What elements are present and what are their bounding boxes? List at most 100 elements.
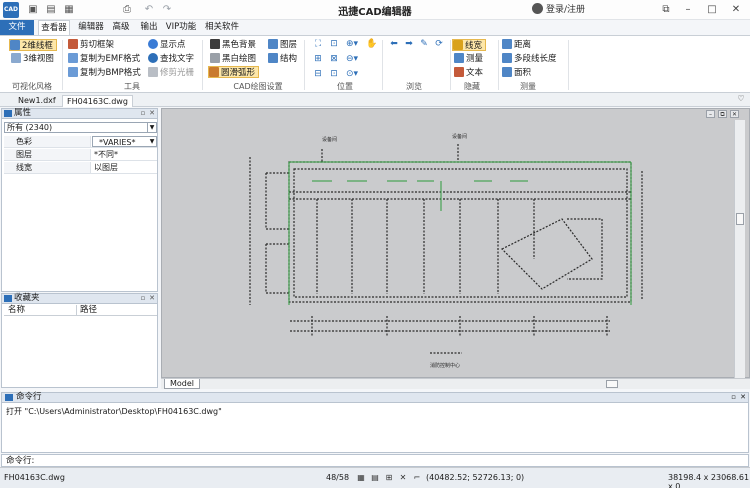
show-point-button[interactable]: 显示点: [148, 39, 186, 51]
favorites-panel-header: 收藏夹 ▫ ✕: [1, 293, 158, 304]
group-divider: [304, 40, 305, 90]
tab-related-software[interactable]: 相关软件: [202, 20, 242, 35]
arrow-left-icon[interactable]: ⬅: [388, 39, 400, 50]
save-icon[interactable]: ▣: [26, 3, 40, 17]
minimize-icon[interactable]: –: [680, 2, 696, 18]
doc-tab-new1[interactable]: New1.dxf: [14, 95, 60, 107]
tab-viewer[interactable]: 查看器: [38, 20, 70, 35]
zoom-in-icon[interactable]: ⊕▾: [346, 39, 358, 50]
undo-icon[interactable]: ↶: [142, 3, 156, 17]
doc-tab-fh04163c[interactable]: FH04163C.dwg: [62, 95, 133, 107]
drawing-canvas[interactable]: – ⧉ ✕ 设备间 设备间 消防控制中心: [161, 108, 750, 378]
tab-advanced[interactable]: 高级: [110, 20, 132, 35]
zoom-all-icon[interactable]: ⊡: [328, 69, 340, 80]
zoom-fit-icon[interactable]: ⊠: [328, 54, 340, 65]
polyline-length-button[interactable]: 多段线长度: [502, 53, 557, 65]
layers-button[interactable]: 图层: [268, 39, 297, 51]
print-icon[interactable]: ⎙: [120, 3, 134, 17]
find-text-button[interactable]: 查找文字: [148, 53, 194, 65]
pin-icon[interactable]: ▫: [731, 393, 736, 402]
drawing-label-equipment-room-2: 设备间: [452, 133, 467, 140]
scrollbar-thumb[interactable]: [606, 380, 618, 388]
close-icon[interactable]: ✕: [728, 2, 744, 18]
pin-icon[interactable]: ▫: [139, 109, 147, 118]
pin-icon[interactable]: ▫: [139, 294, 147, 303]
group-divider: [450, 40, 451, 90]
user-icon: [532, 3, 543, 14]
command-input[interactable]: [40, 456, 746, 466]
grid-icon[interactable]: ▤: [370, 473, 380, 483]
arrow-right-icon[interactable]: ➡: [403, 39, 415, 50]
osnap-icon[interactable]: ⌐: [412, 473, 422, 483]
tab-output[interactable]: 输出: [138, 20, 160, 35]
zoom-window-icon[interactable]: ⊡: [328, 39, 340, 50]
distance-button[interactable]: 距离: [502, 39, 531, 51]
text-toggle-button[interactable]: 文本: [454, 67, 483, 79]
wireframe-2d-icon: [10, 40, 20, 50]
title-bar: CAD ▣ ▤ ▦ ⎙ ↶ ↷ 迅捷CAD编辑器 登录/注册 ⧉ – □ ✕: [0, 0, 750, 20]
properties-icon: [4, 110, 12, 117]
clip-frame-button[interactable]: 剪切框架: [68, 39, 114, 51]
measure-toggle-button[interactable]: 测量: [454, 53, 483, 65]
color-value-select[interactable]: *VARIES* ▼: [92, 136, 157, 147]
wireframe-3d-button[interactable]: 3维视图: [11, 53, 54, 65]
rotate-view-icon[interactable]: ⊟: [312, 69, 324, 80]
properties-panel-header: 属性 ▫ ✕: [1, 108, 158, 119]
drawing-vertical-scrollbar[interactable]: [734, 120, 745, 378]
structure-button[interactable]: 结构: [268, 53, 297, 65]
panel-close-icon[interactable]: ✕: [740, 393, 746, 402]
zoom-extents-icon[interactable]: ⛶: [312, 39, 324, 50]
cube-icon: [11, 53, 21, 63]
drawing-horizontal-scrollbar[interactable]: Model: [161, 378, 750, 389]
edit-icon[interactable]: ✎: [418, 39, 430, 50]
refresh-icon[interactable]: ⟳: [433, 39, 445, 50]
arc-icon: [209, 67, 219, 77]
copy-bmp-button[interactable]: 复制为BMP格式: [68, 67, 141, 79]
folder-icon[interactable]: ▤: [44, 3, 58, 17]
column-path[interactable]: 路径: [76, 305, 97, 315]
login-link[interactable]: 登录/注册: [532, 3, 585, 17]
group-divider: [568, 40, 569, 90]
column-name[interactable]: 名称: [8, 305, 25, 315]
property-row-color: 色彩 *VARIES* ▼: [4, 136, 157, 148]
tab-list-icon[interactable]: ♡: [733, 91, 749, 107]
tab-file[interactable]: 文件: [0, 20, 34, 35]
zoom-out-icon[interactable]: ⊖▾: [346, 54, 358, 65]
tab-vip[interactable]: VIP功能: [164, 20, 198, 35]
snap-icon[interactable]: ▦: [356, 473, 366, 483]
zoom-scale-icon[interactable]: ⊙▾: [346, 69, 358, 80]
property-row-lineweight: 线宽 以图层: [4, 162, 157, 174]
zoom-prev-icon[interactable]: ⊞: [312, 54, 324, 65]
entity-selector[interactable]: 所有 (2340) ▼: [4, 122, 157, 133]
copy-emf-button[interactable]: 复制为EMF格式: [68, 53, 140, 65]
group-measure: 测量: [520, 82, 536, 91]
panel-close-icon[interactable]: ✕: [148, 294, 156, 303]
restore-icon[interactable]: ⧉: [658, 2, 674, 18]
area-button[interactable]: 面积: [502, 67, 531, 79]
save-as-icon[interactable]: ▦: [62, 3, 76, 17]
smooth-arc-button[interactable]: 圆滑弧形: [208, 66, 260, 78]
model-tab[interactable]: Model: [164, 379, 201, 389]
status-coordinates: (40482.52; 52726.13; 0): [426, 473, 525, 482]
group-divider: [202, 40, 203, 90]
wireframe-2d-button[interactable]: 2维线框: [9, 39, 57, 51]
bw-draw-icon: [210, 53, 220, 63]
tab-editor[interactable]: 编辑器: [76, 20, 106, 35]
black-white-draw-button[interactable]: 黑白绘图: [210, 53, 256, 65]
polar-icon[interactable]: ✕: [398, 473, 408, 483]
trim-raster-button[interactable]: 修剪光栅: [148, 67, 194, 79]
redo-icon[interactable]: ↷: [160, 3, 174, 17]
group-divider: [498, 40, 499, 90]
ortho-icon[interactable]: ⊞: [384, 473, 394, 483]
group-position: 位置: [337, 82, 353, 91]
app-logo: CAD: [3, 2, 19, 18]
black-background-button[interactable]: 黑色背景: [210, 39, 256, 51]
panel-close-icon[interactable]: ✕: [148, 109, 156, 118]
layers-icon: [268, 39, 278, 49]
pan-hand-icon[interactable]: ✋: [366, 39, 378, 50]
status-filename: FH04163C.dwg: [4, 473, 65, 482]
line-weight-button[interactable]: 线宽: [452, 39, 487, 51]
scrollbar-thumb[interactable]: [736, 213, 744, 225]
raster-icon: [148, 67, 158, 77]
maximize-icon[interactable]: □: [704, 2, 720, 18]
